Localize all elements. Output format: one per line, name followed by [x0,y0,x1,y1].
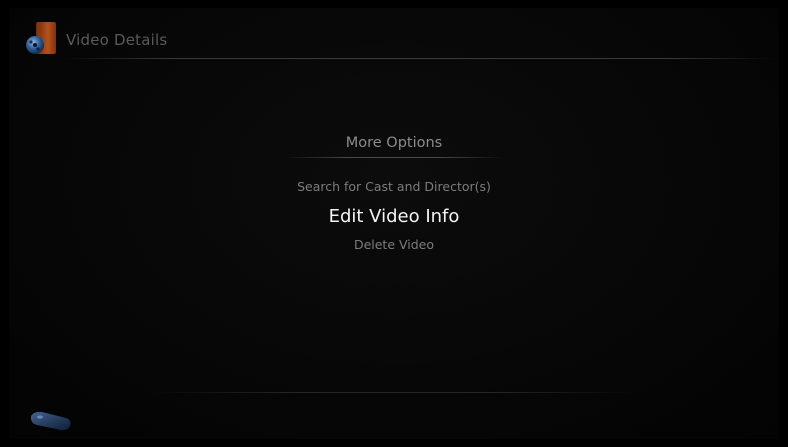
options-menu: More Options Search for Cast and Directo… [0,130,788,254]
page-header: Video Details [24,18,167,58]
menu-title-divider [284,157,504,158]
header-divider [64,58,776,59]
screen: Video Details More Options Search for Ca… [0,0,788,447]
film-reel-icon [24,19,58,57]
footer-divider [150,392,638,393]
menu-item-search-cast[interactable]: Search for Cast and Director(s) [0,178,788,196]
remote-control-icon [28,408,74,434]
menu-title: More Options [345,135,443,151]
menu-item-edit-video-info[interactable]: Edit Video Info [0,204,788,230]
page-title: Video Details [66,30,168,49]
menu-item-delete-video[interactable]: Delete Video [0,236,788,254]
